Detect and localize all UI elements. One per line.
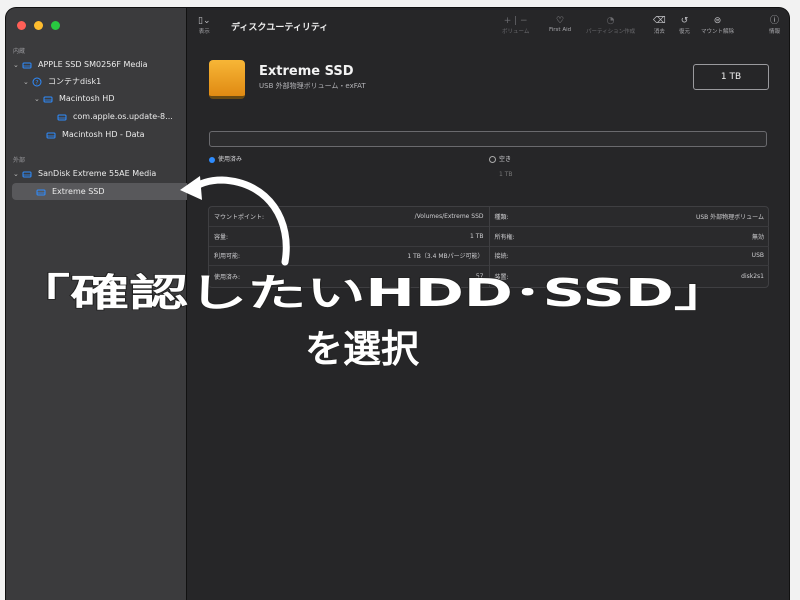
info-key: 容量: xyxy=(214,233,229,241)
info-key: 所有権: xyxy=(494,233,515,241)
table-row: 容量: 1 TB xyxy=(209,227,489,247)
drive-icon xyxy=(36,189,46,195)
sidebar-item-label: com.apple.os.update-8... xyxy=(73,112,173,121)
stethoscope-icon: ♡ xyxy=(556,16,565,26)
sidebar-item-label: SanDisk Extreme 55AE Media xyxy=(38,169,157,178)
first-aid-button[interactable]: ♡ First Aid xyxy=(549,16,571,33)
sidebar-item-container[interactable]: ⌄ ? コンテナdisk1 xyxy=(6,73,203,90)
erase-button[interactable]: ⌫ 消去 xyxy=(653,16,666,35)
free-label: 空き xyxy=(499,156,512,163)
info-value: /Volumes/Extreme SSD xyxy=(414,212,484,220)
free-legend: 空き 1 TB xyxy=(489,154,513,178)
sidebar: 内蔵 ⌄ APPLE SSD SM0256F Media ⌄ ? コンテナdis… xyxy=(6,8,204,600)
disk-name: Extreme SSD xyxy=(259,64,354,79)
restore-icon: ↺ xyxy=(680,16,689,26)
chevron-down-icon[interactable]: ⌄ xyxy=(23,78,32,86)
drive-icon xyxy=(57,114,67,120)
erase-label: 消去 xyxy=(653,29,665,35)
info-value: disk2s1 xyxy=(741,272,764,280)
info-button[interactable]: ⓘ 情報 xyxy=(769,16,780,35)
info-value: 1 TB（3.4 MBパージ可能） xyxy=(407,253,484,261)
info-value: 無効 xyxy=(751,233,764,241)
window-controls xyxy=(17,21,60,30)
info-key: 種類: xyxy=(494,213,509,221)
table-row: マウントポイント: /Volumes/Extreme SSD xyxy=(209,207,489,227)
close-button[interactable] xyxy=(17,21,26,30)
toolbar: ▯⌄ 表示 ディスクユーティリティ + | − ボリューム ♡ First Ai… xyxy=(187,8,789,46)
chevron-down-icon[interactable]: ⌄ xyxy=(34,95,43,103)
sidebar-item-extreme-ssd[interactable]: Extreme SSD ⏏ xyxy=(12,183,204,200)
sidebar-item-sandisk[interactable]: ⌄ SanDisk Extreme 55AE Media xyxy=(6,165,193,182)
used-label: 使用済み xyxy=(218,156,243,163)
info-icon: ⓘ xyxy=(770,16,780,26)
info-key: 装置: xyxy=(494,273,509,281)
zoom-button[interactable] xyxy=(51,21,60,30)
free-dot-icon xyxy=(489,156,496,163)
drive-icon xyxy=(22,62,32,68)
info-key: 使用済み: xyxy=(214,273,241,281)
unmount-button[interactable]: ⊜ マウント解除 xyxy=(701,16,734,35)
info-column-right: 種類: USB 外部物理ボリューム 所有権: 無効 接続: USB 装置: disk2s… xyxy=(488,207,770,287)
minimize-button[interactable] xyxy=(34,21,43,30)
section-label-internal: 内蔵 xyxy=(13,48,26,55)
volume-label: ボリューム xyxy=(502,29,530,35)
disk-subtitle: USB 外部物理ボリューム・exFAT xyxy=(259,82,366,90)
table-row: 接続: USB xyxy=(489,247,769,267)
drive-icon xyxy=(22,171,32,177)
drive-icon xyxy=(46,132,56,138)
external-drive-icon xyxy=(209,60,245,99)
free-value: 1 TB xyxy=(499,171,513,178)
chevron-down-icon[interactable]: ⌄ xyxy=(13,61,22,69)
volume-button[interactable]: + | − ボリューム xyxy=(502,16,529,35)
usage-bar xyxy=(209,131,767,147)
svg-text:?: ? xyxy=(35,79,38,86)
info-label: 情報 xyxy=(769,29,781,35)
pie-chart-icon: ◔ xyxy=(606,16,615,26)
first-aid-label: First Aid xyxy=(549,27,572,33)
partition-label: パーティション作成 xyxy=(586,29,636,35)
view-label: 表示 xyxy=(198,29,210,35)
partition-button[interactable]: ◔ パーティション作成 xyxy=(586,16,635,35)
unmount-icon: ⊜ xyxy=(713,16,722,26)
sidebar-item-label: APPLE SSD SM0256F Media xyxy=(38,60,148,69)
info-key: 接続: xyxy=(494,253,509,261)
restore-label: 復元 xyxy=(679,29,691,35)
plus-minus-icon: + | − xyxy=(503,16,528,26)
info-value: 1 TB xyxy=(469,232,484,240)
disk-utility-window: 内蔵 ⌄ APPLE SSD SM0256F Media ⌄ ? コンテナdis… xyxy=(6,8,789,600)
info-key: マウントポイント: xyxy=(214,213,265,221)
capacity-badge: 1 TB xyxy=(693,64,769,90)
sidebar-toggle-icon: ▯⌄ xyxy=(198,16,211,26)
table-row: 使用済み: 57 xyxy=(209,266,489,286)
info-value: 57 xyxy=(475,272,484,280)
info-table: マウントポイント: /Volumes/Extreme SSD 容量: 1 TB 利用… xyxy=(208,206,769,288)
section-label-external: 外部 xyxy=(13,157,26,164)
used-dot-icon xyxy=(209,156,215,163)
chevron-down-icon[interactable]: ⌄ xyxy=(13,170,22,178)
unmount-label: マウント解除 xyxy=(701,29,735,35)
info-value: USB xyxy=(751,252,764,260)
info-value: USB 外部物理ボリューム xyxy=(695,213,764,221)
table-row: 所有権: 無効 xyxy=(489,227,769,247)
sidebar-item-apple-ssd[interactable]: ⌄ APPLE SSD SM0256F Media xyxy=(6,56,193,73)
app-title: ディスクユーティリティ xyxy=(231,23,329,33)
drive-icon xyxy=(43,96,53,102)
used-legend: 使用済み xyxy=(209,154,242,163)
sidebar-item-label: コンテナdisk1 xyxy=(48,77,102,86)
restore-button[interactable]: ↺ 復元 xyxy=(679,16,690,35)
sidebar-item-macintosh-hd[interactable]: ⌄ Macintosh HD xyxy=(6,90,214,107)
table-row: 装置: disk2s1 xyxy=(490,266,770,286)
main-panel: ▯⌄ 表示 ディスクユーティリティ + | − ボリューム ♡ First Ai… xyxy=(187,8,789,600)
erase-icon: ⌫ xyxy=(653,16,666,26)
container-icon: ? xyxy=(32,77,42,86)
info-key: 利用可能: xyxy=(214,253,241,261)
sidebar-item-label: Extreme SSD xyxy=(52,187,105,196)
table-row: 利用可能: 1 TB（3.4 MBパージ可能） xyxy=(209,247,489,267)
view-button[interactable]: ▯⌄ 表示 xyxy=(198,16,211,35)
info-column-left: マウントポイント: /Volumes/Extreme SSD 容量: 1 TB 利用… xyxy=(209,207,489,287)
table-row: 種類: USB 外部物理ボリューム xyxy=(489,207,769,227)
sidebar-item-label: Macintosh HD - Data xyxy=(62,130,145,139)
sidebar-item-label: Macintosh HD xyxy=(59,94,115,103)
